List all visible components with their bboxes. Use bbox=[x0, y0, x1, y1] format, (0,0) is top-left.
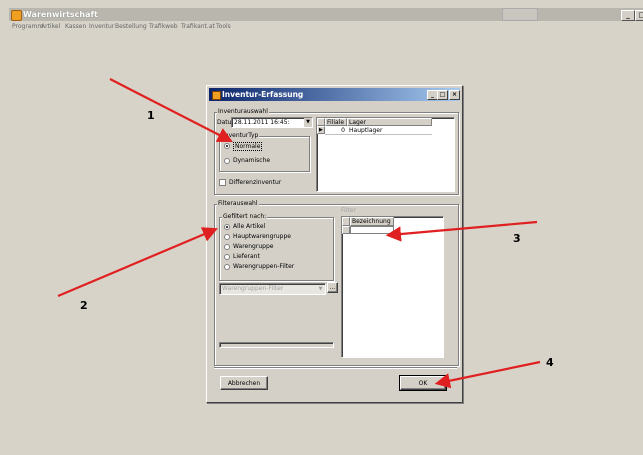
arrow-1 bbox=[109, 78, 233, 143]
arrow-2 bbox=[57, 227, 219, 298]
annotation-label-1: 1 bbox=[147, 109, 155, 122]
annotation-arrows bbox=[57, 78, 541, 389]
annotation-label-2: 2 bbox=[80, 299, 88, 312]
annotation-label-3: 3 bbox=[513, 232, 521, 245]
arrow-4 bbox=[434, 360, 541, 389]
annotation-label-4: 4 bbox=[546, 356, 554, 369]
